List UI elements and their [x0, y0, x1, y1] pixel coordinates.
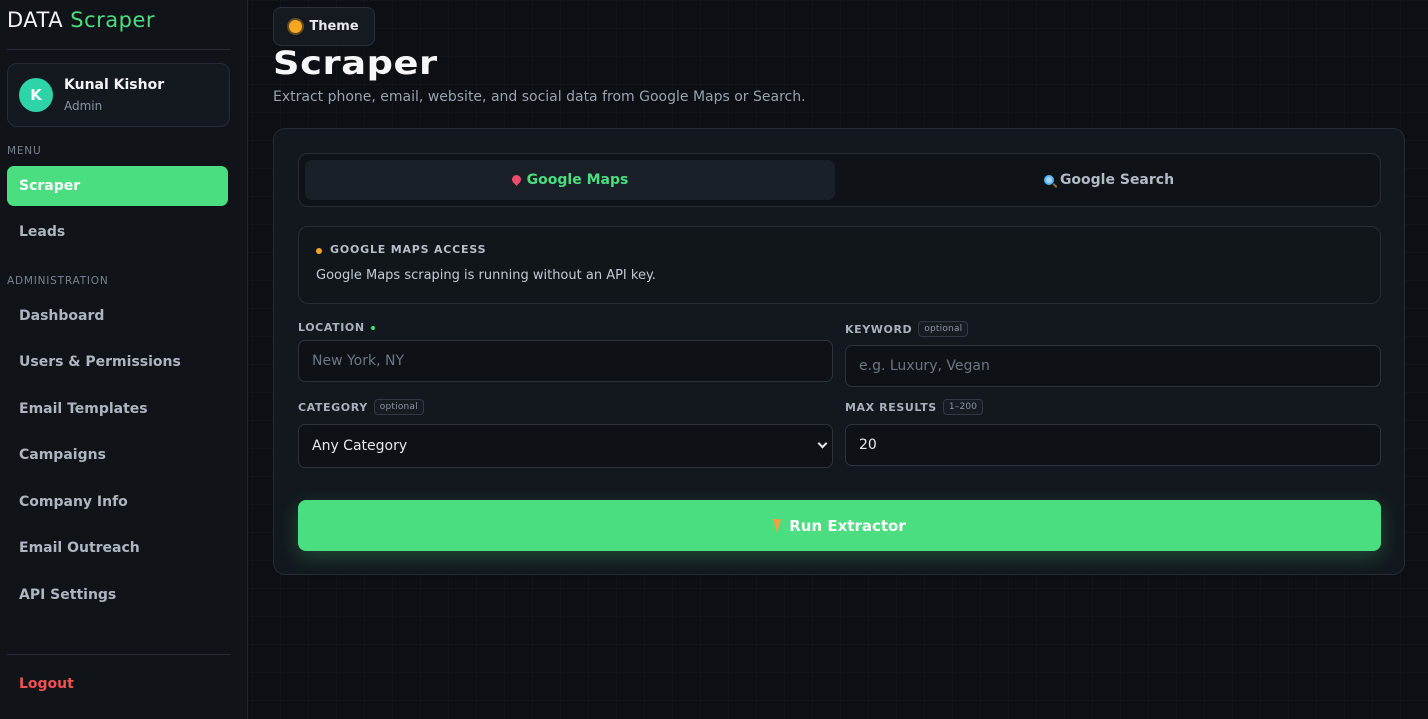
category-select[interactable]: Any Category: [298, 424, 833, 468]
sidebar-item-label: Leads: [19, 224, 66, 240]
sidebar-item-email-outreach[interactable]: Email Outreach: [7, 528, 228, 568]
avatar: K: [19, 78, 53, 112]
location-placeholder: New York, NY: [312, 353, 405, 369]
theme-toggle-button[interactable]: Theme: [273, 7, 375, 46]
sidebar-item-label: Users & Permissions: [19, 354, 181, 370]
sidebar-item-label: Email Outreach: [19, 540, 140, 556]
sidebar-item-label: Campaigns: [19, 447, 106, 463]
user-name: Kunal Kishor: [64, 77, 165, 93]
tab-google-maps[interactable]: Google Maps: [305, 160, 835, 200]
max-results-value: 20: [859, 437, 877, 453]
section-menu: MENU: [7, 145, 42, 157]
keyword-label-text: KEYWORD: [845, 322, 913, 336]
sidebar-item-api-settings[interactable]: API Settings: [7, 575, 228, 615]
keyword-input[interactable]: e.g. Luxury, Vegan: [845, 345, 1381, 387]
sidebar-item-label: Email Templates: [19, 401, 148, 417]
location-label-text: LOCATION: [298, 321, 365, 334]
notice-title: GOOGLE MAPS ACCESS: [330, 243, 487, 256]
divider: [7, 49, 230, 50]
pin-icon: [509, 172, 523, 186]
optional-badge: optional: [918, 321, 969, 337]
brand-logo[interactable]: DATA Scraper: [7, 8, 155, 32]
required-dot-icon: [370, 325, 375, 330]
sidebar-item-label: Company Info: [19, 494, 128, 510]
theme-label: Theme: [309, 19, 359, 34]
tab-label: Google Search: [1059, 172, 1175, 188]
user-card[interactable]: K Kunal Kishor Admin: [7, 63, 230, 127]
run-label: Run Extractor: [789, 516, 906, 535]
sidebar-item-leads[interactable]: Leads: [7, 212, 228, 252]
max-results-input[interactable]: 20: [845, 424, 1381, 466]
category-label: CATEGORY optional: [298, 399, 424, 415]
tab-label: Google Maps: [526, 172, 629, 188]
sidebar: DATA Scraper K Kunal Kishor Admin MENU S…: [0, 0, 248, 719]
magnifier-icon: [1043, 175, 1054, 185]
brand-accent: Scraper: [70, 8, 156, 32]
optional-badge: optional: [373, 399, 424, 415]
chevron-down-icon: [817, 438, 828, 449]
access-notice: GOOGLE MAPS ACCESS Google Maps scraping …: [298, 226, 1381, 304]
location-input[interactable]: New York, NY: [298, 340, 833, 382]
sidebar-item-label: Dashboard: [19, 308, 105, 324]
logout-label: Logout: [19, 676, 74, 692]
category-value: Any Category: [312, 438, 408, 454]
run-extractor-button[interactable]: Run Extractor: [298, 500, 1381, 551]
brand-main: DATA: [7, 8, 64, 32]
notice-text: Google Maps scraping is running without …: [316, 268, 656, 283]
divider: [7, 654, 230, 655]
sidebar-item-campaigns[interactable]: Campaigns: [7, 435, 228, 475]
max-results-label-text: MAX RESULTS: [845, 400, 937, 414]
max-results-label: MAX RESULTS 1–200: [845, 399, 984, 415]
page-subtitle: Extract phone, email, website, and socia…: [273, 89, 806, 105]
sidebar-item-company-info[interactable]: Company Info: [7, 482, 228, 522]
sun-icon: [289, 20, 303, 33]
scraper-panel: Google Maps Google Search GOOGLE MAPS AC…: [273, 128, 1405, 575]
section-administration: ADMINISTRATION: [7, 275, 109, 287]
keyword-label: KEYWORD optional: [845, 321, 969, 337]
sidebar-item-dashboard[interactable]: Dashboard: [7, 296, 228, 336]
range-badge: 1–200: [942, 399, 984, 415]
user-role: Admin: [64, 99, 103, 113]
status-dot-icon: [316, 248, 322, 254]
page-title: Scraper: [273, 44, 438, 82]
source-tabs: Google Maps Google Search: [298, 153, 1381, 207]
sidebar-item-email-templates[interactable]: Email Templates: [7, 389, 228, 429]
category-label-text: CATEGORY: [298, 400, 368, 414]
tab-google-search[interactable]: Google Search: [844, 160, 1374, 200]
location-label: LOCATION: [298, 321, 375, 334]
sidebar-item-label: API Settings: [19, 587, 117, 603]
keyword-placeholder: e.g. Luxury, Vegan: [859, 358, 990, 374]
sidebar-item-users-permissions[interactable]: Users & Permissions: [7, 342, 228, 382]
sidebar-item-label: Scraper: [19, 178, 81, 194]
bolt-icon: [773, 518, 782, 533]
logout-button[interactable]: Logout: [7, 664, 228, 704]
sidebar-item-scraper[interactable]: Scraper: [7, 166, 228, 206]
